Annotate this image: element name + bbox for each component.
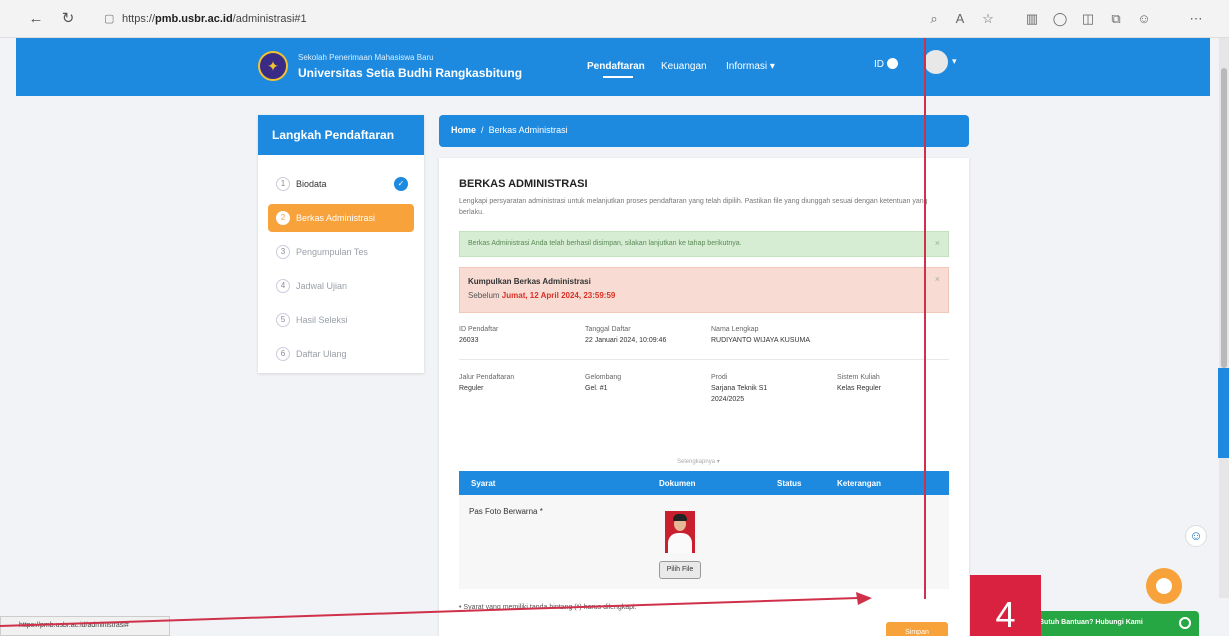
annotation-arrow-head <box>856 592 872 605</box>
annotation-arrow <box>0 592 872 627</box>
annotation-arrow-line <box>0 597 859 627</box>
